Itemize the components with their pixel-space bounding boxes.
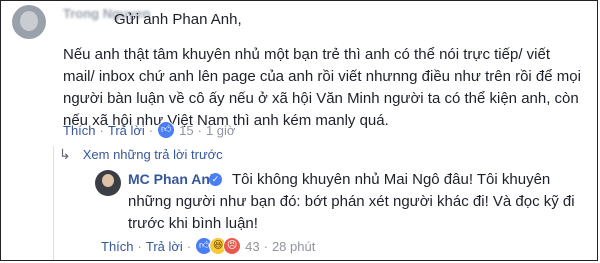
commenter-avatar[interactable]: [12, 5, 46, 39]
reply-arrow-icon: ↳: [59, 146, 71, 162]
separator-dot: ·: [99, 122, 104, 138]
reply-thread-line: [53, 146, 54, 260]
reply-author-name[interactable]: MC Phan Anh: [128, 171, 218, 187]
comment-actions: Thích · Trả lời · 👍︎ 15 · 1 giờ: [63, 121, 235, 139]
separator-dot: ·: [197, 122, 202, 138]
separator-dot: ·: [137, 238, 142, 254]
like-icon[interactable]: 👍︎: [157, 121, 176, 139]
like-link[interactable]: Thích: [101, 239, 134, 254]
comment-body: Nếu anh thật tâm khuyên nhủ một bạn trẻ …: [63, 46, 581, 129]
reply-link[interactable]: Trả lời: [146, 239, 183, 254]
reply-author-avatar[interactable]: [95, 170, 121, 196]
comment-thread: Trong Nguyen Gửi anh Phan Anh, Nếu anh t…: [0, 0, 598, 261]
view-previous-replies[interactable]: ↳ Xem những trả lời trước: [59, 146, 223, 163]
like-link[interactable]: Thích: [63, 123, 96, 138]
reaction-count[interactable]: 15: [179, 123, 193, 138]
comment-greeting: Gửi anh Phan Anh,: [114, 11, 242, 28]
timestamp[interactable]: 28 phút: [272, 239, 315, 254]
angry-icon[interactable]: 😠︎: [223, 237, 242, 255]
verified-icon: ✓: [209, 173, 222, 186]
separator-dot: ·: [263, 238, 268, 254]
separator-dot: ·: [148, 122, 154, 138]
timestamp[interactable]: 1 giờ: [206, 123, 236, 138]
reply-actions: Thích · Trả lời · 👍︎ 😆︎ 😠︎ 43 · 28 phút: [101, 237, 315, 255]
view-previous-replies-label[interactable]: Xem những trả lời trước: [83, 147, 223, 162]
reply-link[interactable]: Trả lời: [108, 123, 145, 138]
reaction-count[interactable]: 43: [245, 239, 259, 254]
separator-dot: ·: [186, 238, 192, 254]
